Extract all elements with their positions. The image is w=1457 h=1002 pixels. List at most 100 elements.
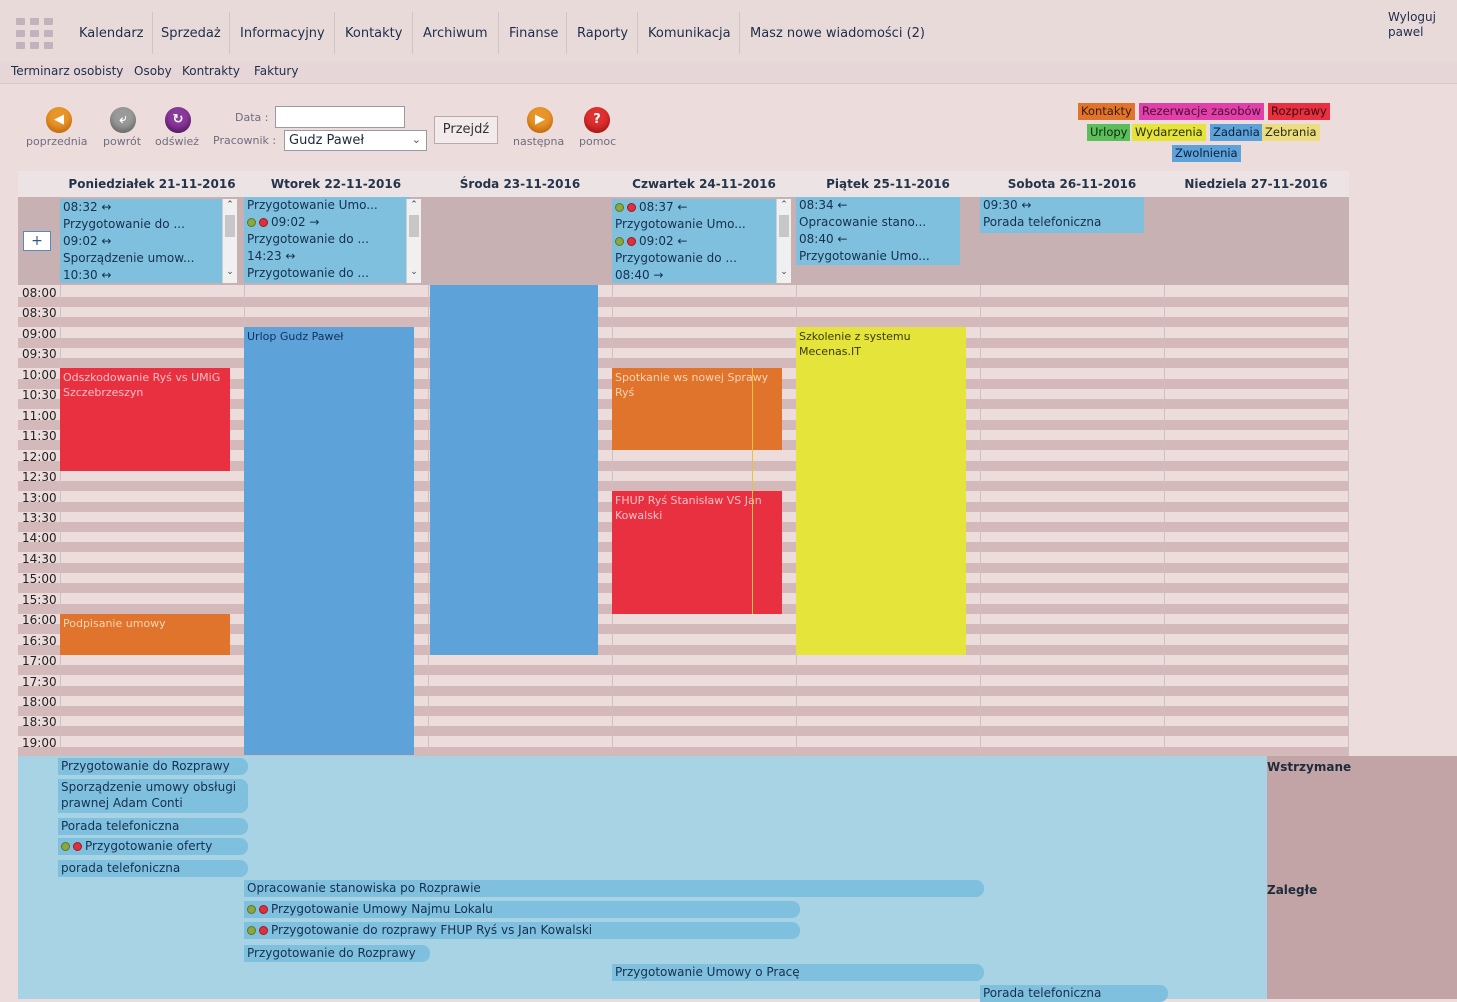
- menu-kalendarz[interactable]: Kalendarz: [79, 26, 144, 41]
- subnav-terminarz[interactable]: Terminarz osobisty: [11, 64, 123, 78]
- scroll-up-icon[interactable]: ⌃: [777, 200, 791, 210]
- allday-scrollbar[interactable]: ⌃ ⌄: [776, 199, 791, 283]
- event-wydarzenie-fri[interactable]: Szkolenie z systemu Mecenas.IT: [796, 327, 966, 655]
- allday-line: 08:40 ←: [799, 232, 848, 246]
- date-input[interactable]: [275, 106, 405, 128]
- scroll-up-icon[interactable]: ⌃: [407, 200, 421, 210]
- task-bar[interactable]: Przygotowanie oferty: [58, 838, 248, 855]
- menu-kontakty[interactable]: Kontakty: [345, 26, 402, 41]
- logout-link[interactable]: Wyloguj: [1388, 10, 1436, 25]
- task-bar[interactable]: Przygotowanie do rozprawy FHUP Ryś vs Ja…: [244, 922, 800, 939]
- allday-scrollbar[interactable]: ⌃ ⌄: [222, 199, 237, 283]
- subnav-osoby[interactable]: Osoby: [134, 64, 172, 78]
- subnav-kontrakty[interactable]: Kontrakty: [182, 64, 240, 78]
- done-icon[interactable]: [615, 203, 624, 212]
- done-icon[interactable]: [247, 905, 256, 914]
- time-slot-label: 16:00: [22, 613, 57, 627]
- menu-finanse[interactable]: Finanse: [509, 26, 558, 41]
- scroll-down-icon[interactable]: ⌄: [777, 267, 791, 277]
- back-label[interactable]: powrót: [103, 135, 141, 148]
- allday-line: 14:23 ↔: [247, 249, 296, 263]
- task-bar[interactable]: Przygotowanie do Rozprawy: [58, 758, 248, 775]
- legend-rezerwacje: Rezerwacje zasobów: [1139, 103, 1264, 120]
- task-bar[interactable]: Przygotowanie Umowy Najmu Lokalu: [244, 901, 800, 918]
- done-icon[interactable]: [247, 218, 256, 227]
- day-header-wed: Środa 23-11-2016: [459, 177, 581, 191]
- menu-archiwum[interactable]: Archiwum: [423, 26, 488, 41]
- allday-fri[interactable]: 08:34 ← Opracowanie stano... 08:40 ← Prz…: [796, 197, 960, 265]
- allday-line: Przygotowanie Umo...: [799, 249, 930, 263]
- scroll-up-icon[interactable]: ⌃: [223, 200, 237, 210]
- task-label: Przygotowanie do rozprawy FHUP Ryś vs Ja…: [271, 923, 593, 937]
- cancel-icon[interactable]: [627, 237, 636, 246]
- menu-informacyjny[interactable]: Informacyjny: [240, 26, 325, 41]
- cancel-icon[interactable]: [259, 218, 268, 227]
- add-event-button[interactable]: +: [23, 231, 51, 251]
- help-label[interactable]: pomoc: [579, 135, 616, 148]
- task-bar[interactable]: Przygotowanie Umowy o Pracę: [612, 964, 984, 981]
- task-bar[interactable]: Porada telefoniczna: [58, 818, 248, 835]
- task-bar[interactable]: porada telefoniczna: [58, 860, 248, 877]
- allday-line: Przygotowanie Umo...: [615, 217, 746, 231]
- done-icon[interactable]: [247, 926, 256, 935]
- menu-komunikacja[interactable]: Komunikacja: [648, 26, 731, 41]
- prev-label[interactable]: poprzednia: [26, 135, 88, 148]
- event-urlop-tue[interactable]: Urlop Gudz Paweł: [244, 327, 414, 755]
- allday-tue[interactable]: Przygotowanie Umo... 09:02 → Przygotowan…: [244, 197, 410, 283]
- help-icon[interactable]: ?: [584, 107, 610, 133]
- app-grid-icon[interactable]: [16, 18, 56, 50]
- task-bar[interactable]: Przygotowanie do Rozprawy: [244, 945, 430, 962]
- cancel-icon[interactable]: [73, 842, 82, 851]
- event-zadanie-wed[interactable]: [430, 285, 598, 655]
- time-slot-label: 12:00: [22, 450, 57, 464]
- menu-new-messages[interactable]: Masz nowe wiadomości (2): [750, 26, 925, 41]
- scroll-down-icon[interactable]: ⌄: [407, 267, 421, 277]
- refresh-icon[interactable]: ↻: [165, 107, 191, 133]
- back-arrow-icon[interactable]: ⤶: [110, 107, 136, 133]
- scroll-thumb[interactable]: [225, 215, 235, 237]
- employee-select[interactable]: Gudz Paweł ⌄: [284, 130, 427, 151]
- refresh-label[interactable]: odśwież: [155, 135, 199, 148]
- task-status-column: [1267, 756, 1457, 999]
- allday-sat[interactable]: 09:30 ↔ Porada telefoniczna: [980, 197, 1144, 233]
- go-button[interactable]: Przejdź: [434, 116, 498, 144]
- allday-line: 10:30 ↔: [63, 268, 112, 282]
- cancel-icon[interactable]: [259, 905, 268, 914]
- task-bar[interactable]: Sporządzenie umowy obsługi prawnej Adam …: [58, 779, 248, 813]
- done-icon[interactable]: [615, 237, 624, 246]
- menu-divider: [739, 12, 740, 54]
- event-rozprawa-mon[interactable]: Odszkodowanie Ryś vs UMiG Szczebrzeszyn: [60, 368, 230, 471]
- allday-scrollbar[interactable]: ⌃ ⌄: [406, 199, 421, 283]
- event-rozprawa-thu[interactable]: FHUP Ryś Stanisław VS Jan Kowalski: [612, 491, 782, 614]
- prev-arrow-icon[interactable]: ◀: [46, 107, 72, 133]
- subnav-faktury[interactable]: Faktury: [254, 64, 298, 78]
- day-column-divider: [60, 285, 61, 755]
- allday-line: Przygotowanie do ...: [63, 217, 185, 231]
- menu-sprzedaz[interactable]: Sprzedaż: [161, 26, 221, 41]
- task-bar[interactable]: Opracowanie stanowiska po Rozprawie: [244, 880, 984, 897]
- time-slot-label: 11:30: [22, 429, 57, 443]
- chevron-down-icon: ⌄: [411, 133, 421, 146]
- grid-row-stripe: [18, 665, 1349, 675]
- done-icon[interactable]: [61, 842, 70, 851]
- event-kontakt-mon[interactable]: Podpisanie umowy: [60, 614, 230, 655]
- legend-wydarzenia: Wydarzenia: [1132, 124, 1206, 141]
- menu-raporty[interactable]: Raporty: [577, 26, 628, 41]
- scroll-down-icon[interactable]: ⌄: [223, 267, 237, 277]
- scroll-thumb[interactable]: [409, 215, 419, 237]
- cancel-icon[interactable]: [259, 926, 268, 935]
- task-label: Przygotowanie Umowy Najmu Lokalu: [271, 902, 493, 916]
- next-arrow-icon[interactable]: ▶: [527, 107, 553, 133]
- time-slot-label: 12:30: [22, 470, 57, 484]
- allday-mon[interactable]: 08:32 ↔ Przygotowanie do ... 09:02 ↔ Spo…: [60, 199, 228, 283]
- allday-thu[interactable]: 08:37 ← Przygotowanie Umo... 09:02 ← Prz…: [612, 199, 780, 283]
- cancel-icon[interactable]: [627, 203, 636, 212]
- next-label[interactable]: następna: [513, 135, 564, 148]
- allday-line: 08:32 ↔: [63, 200, 112, 214]
- scroll-thumb[interactable]: [779, 215, 789, 237]
- day-header-tue: Wtorek 22-11-2016: [270, 177, 402, 191]
- task-bar[interactable]: Porada telefoniczna: [980, 985, 1168, 1002]
- time-slot-label: 09:30: [22, 347, 57, 361]
- menu-divider: [334, 12, 335, 54]
- event-kontakt-thu[interactable]: Spotkanie ws nowej Sprawy Ryś: [612, 368, 782, 450]
